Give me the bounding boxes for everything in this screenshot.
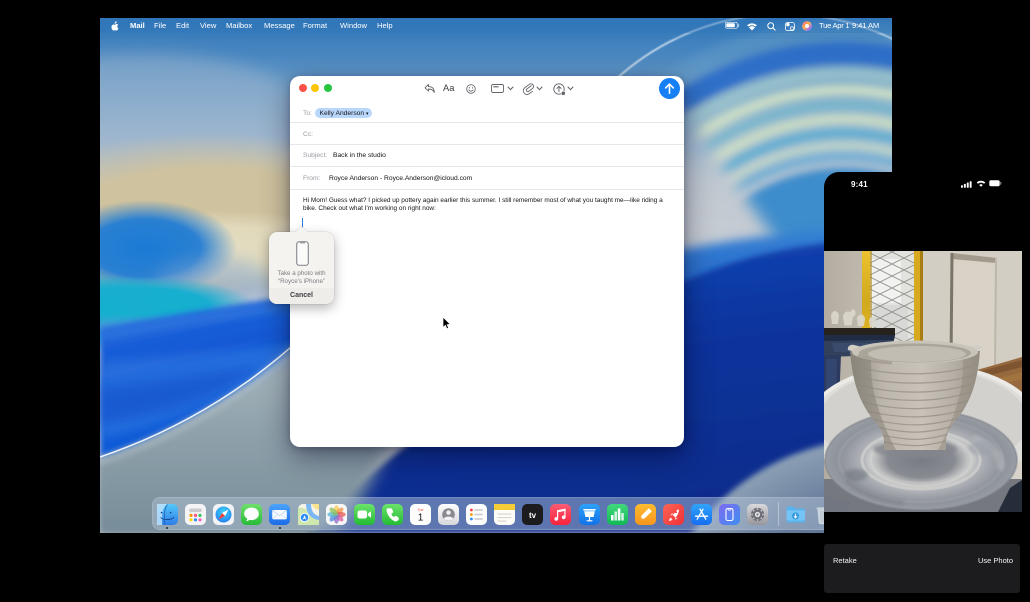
svg-text:1: 1 <box>418 513 424 524</box>
svg-text:tv: tv <box>529 511 537 520</box>
svg-text:Tue: Tue <box>417 508 423 512</box>
